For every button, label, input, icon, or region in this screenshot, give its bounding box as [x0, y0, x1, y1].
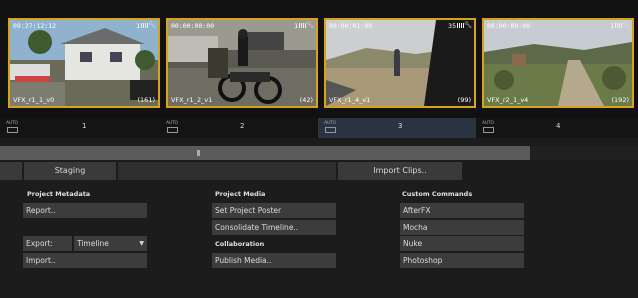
clip-image-motorcycle [168, 20, 316, 106]
timecode: 09:27:12:12 [13, 22, 57, 30]
timeline-segment[interactable]: AUTO 4 [476, 118, 638, 138]
timeline-segment-active[interactable]: AUTO 3 [318, 118, 476, 138]
auto-clip-icon: AUTO [166, 121, 180, 135]
collaboration-header: Collaboration [215, 240, 265, 248]
export-select[interactable]: Timeline ▼ [74, 236, 147, 251]
report-button[interactable]: Report.. [23, 203, 147, 218]
clip-name: VFX_r2_1_v4 [487, 96, 529, 104]
clip-thumbnail[interactable]: 09:27:12:12 1 🔧︎ VFX_r1_1_v0 (161) [8, 18, 160, 108]
project-media-header: Project Media [215, 190, 266, 198]
tab-staging[interactable]: Staging [24, 162, 116, 180]
clip-name: VFX_r1_4_v1 [329, 96, 371, 104]
clip-count: 1 [610, 22, 614, 30]
timeline-track: AUTO 1 AUTO 2 AUTO 3 AUTO 4 [0, 118, 638, 138]
command-nuke-button[interactable]: Nuke [400, 236, 524, 251]
command-mocha-button[interactable]: Mocha [400, 220, 524, 235]
chevron-down-icon: ▼ [139, 240, 144, 247]
set-project-poster-button[interactable]: Set Project Poster [212, 203, 336, 218]
wrench-icon[interactable]: 🔧︎ [464, 21, 472, 29]
frame-count: (161) [137, 96, 155, 104]
clip-image-desert-road [326, 20, 474, 106]
command-afterfx-button[interactable]: AfterFX [400, 203, 524, 218]
auto-clip-icon: AUTO [324, 121, 338, 135]
clip-image-house [10, 20, 158, 106]
clip-count: 1 [294, 22, 298, 30]
export-select-value: Timeline [77, 239, 109, 248]
export-label: Export: [23, 236, 72, 251]
project-metadata-header: Project Metadata [27, 190, 91, 198]
tab-spacer [118, 162, 336, 180]
timeline-segment[interactable]: AUTO 2 [160, 118, 318, 138]
auto-clip-icon: AUTO [6, 121, 20, 135]
frame-count: (192) [611, 96, 629, 104]
segment-number: 1 [82, 122, 87, 130]
clip-count: 35 [448, 22, 456, 30]
scrollbar-end [531, 146, 638, 160]
clip-image-dirt-road [484, 20, 632, 106]
import-button[interactable]: Import.. [23, 253, 147, 268]
timecode: 00:00:00:00 [487, 22, 531, 30]
timeline-scrollbar[interactable] [0, 146, 530, 160]
clip-thumbnail[interactable]: 00:00:00:00 1 🔧︎ VFX_r2_1_v4 (192) [482, 18, 634, 108]
custom-commands-header: Custom Commands [402, 190, 473, 198]
tab-spacer [0, 162, 22, 180]
command-photoshop-button[interactable]: Photoshop [400, 253, 524, 268]
frame-count: (42) [299, 96, 313, 104]
tab-bar: Staging Import Clips.. [0, 162, 638, 182]
segment-number: 4 [556, 122, 561, 130]
wrench-icon[interactable]: 🔧︎ [622, 21, 630, 29]
clip-name: VFX_r1_1_v0 [13, 96, 55, 104]
segment-number: 3 [398, 122, 403, 130]
clip-strip: 09:27:12:12 1 🔧︎ VFX_r1_1_v0 (161) 00:00… [0, 0, 638, 118]
clip-count: 1 [136, 22, 140, 30]
segment-number: 2 [240, 122, 245, 130]
clip-thumbnail[interactable]: 00:00:00:00 1 🔧︎ VFX_r1_2_v1 (42) [166, 18, 318, 108]
wrench-icon[interactable]: 🔧︎ [306, 21, 314, 29]
publish-media-button[interactable]: Publish Media.. [212, 253, 336, 268]
consolidate-timeline-button[interactable]: Consolidate Timeline.. [212, 220, 336, 235]
import-clips-button[interactable]: Import Clips.. [338, 162, 462, 180]
scrollbar-grip[interactable] [197, 150, 200, 156]
clip-name: VFX_r1_2_v1 [171, 96, 213, 104]
timeline-segment[interactable]: AUTO 1 [0, 118, 160, 138]
timecode: 00:00:01:09 [329, 22, 373, 30]
timecode: 00:00:00:00 [171, 22, 215, 30]
clip-thumbnail[interactable]: 00:00:01:09 35 🔧︎ VFX_r1_4_v1 (99) [324, 18, 476, 108]
frame-count: (99) [457, 96, 471, 104]
auto-clip-icon: AUTO [482, 121, 496, 135]
wrench-icon[interactable]: 🔧︎ [148, 21, 156, 29]
